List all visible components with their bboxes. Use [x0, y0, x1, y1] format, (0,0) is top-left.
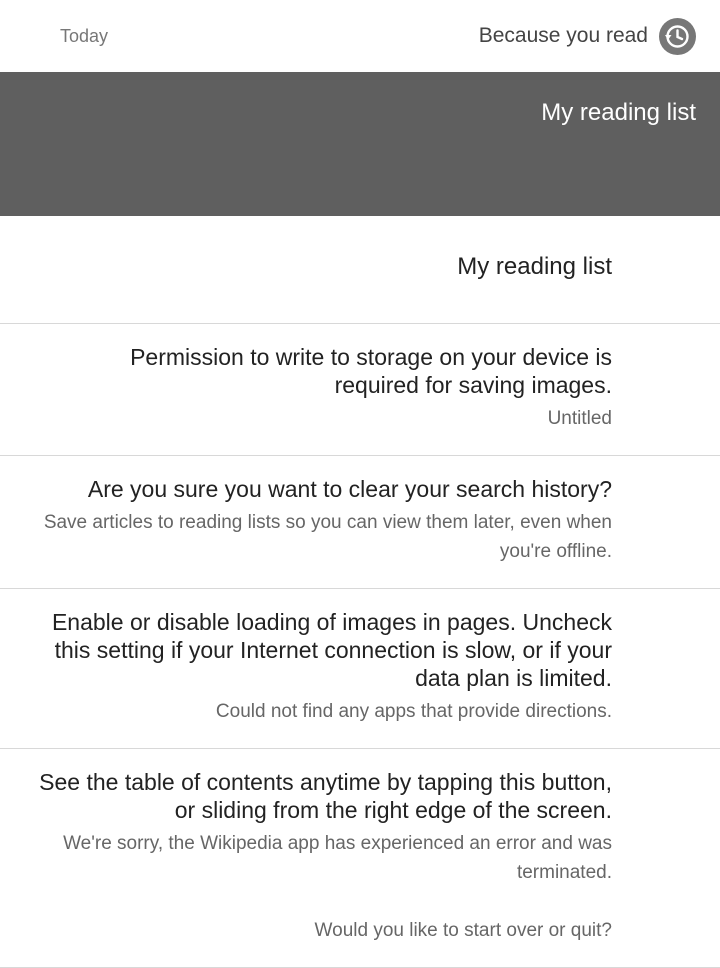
reading-list-card-header[interactable]: My reading list: [0, 216, 720, 324]
list-item-subtitle-extra: Would you like to start over or quit?: [314, 920, 612, 941]
list-item-title: Are you sure you want to clear your sear…: [87, 476, 612, 502]
list-item[interactable]: Are you sure you want to clear your sear…: [0, 456, 720, 589]
top-bar: Today Because you read: [0, 0, 720, 72]
header-band: My reading list: [0, 72, 720, 216]
list-item[interactable]: Enable or disable loading of images in p…: [0, 589, 720, 749]
list-item[interactable]: See the table of contents anytime by tap…: [0, 749, 720, 968]
list-item-title: See the table of contents anytime by tap…: [39, 769, 612, 823]
list-item-subtitle: We're sorry, the Wikipedia app has exper…: [63, 833, 612, 883]
list-item-title: Permission to write to storage on your d…: [130, 344, 612, 398]
list-item-subtitle: Save articles to reading lists so you ca…: [43, 512, 612, 562]
list-item-subtitle: Could not find any apps that provide dir…: [215, 701, 612, 722]
list-item-subtitle: Untitled: [547, 408, 612, 429]
history-icon[interactable]: [659, 18, 696, 55]
list-item[interactable]: Permission to write to storage on your d…: [0, 324, 720, 456]
page-title: My reading list: [541, 99, 696, 126]
today-tab[interactable]: Today: [60, 26, 108, 47]
list-item-title: Enable or disable loading of images in p…: [51, 609, 612, 691]
reading-list-title: My reading list: [457, 253, 612, 280]
because-you-read-tab[interactable]: Because you read: [479, 24, 648, 48]
